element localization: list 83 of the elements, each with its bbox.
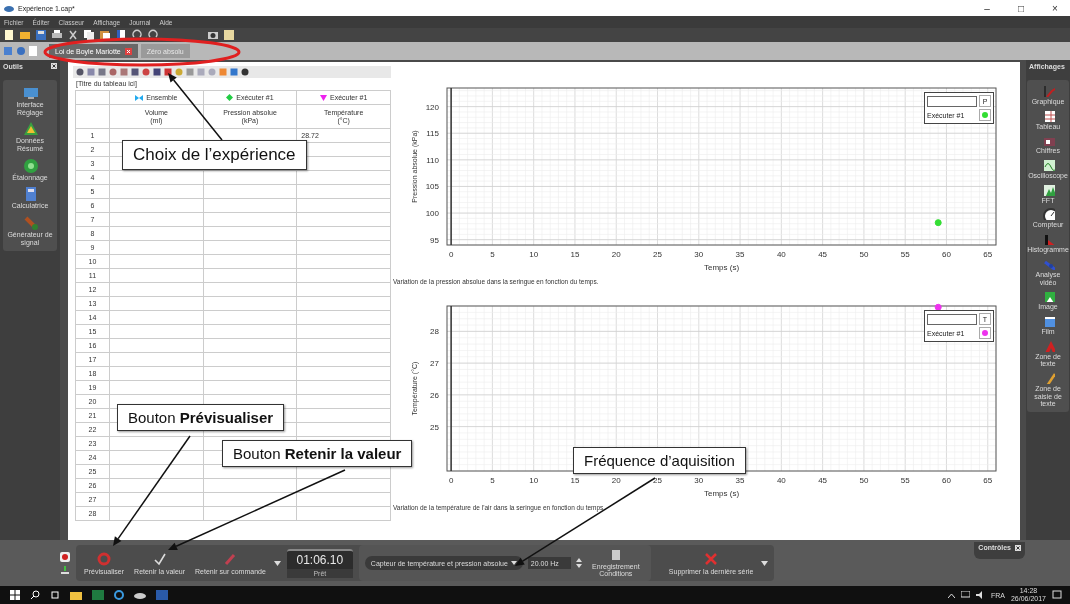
paste-icon[interactable]	[99, 29, 111, 41]
axis-title: Temps (s)	[703, 489, 740, 498]
tick-label: 65	[983, 476, 993, 485]
spinner-icon[interactable]	[575, 557, 582, 569]
windows-icon[interactable]	[10, 590, 20, 600]
tick-label: 25	[653, 250, 662, 259]
download-icon[interactable]	[61, 566, 69, 574]
tick-label: 26	[430, 390, 439, 400]
window-control[interactable]: –	[972, 2, 1002, 14]
tick-label: 5	[490, 250, 495, 259]
tick-label: 55	[900, 476, 910, 485]
tick-label: 27	[430, 359, 439, 369]
window-control[interactable]: □	[1006, 2, 1036, 14]
folder-icon[interactable]	[19, 29, 31, 41]
legend-field[interactable]	[927, 95, 977, 107]
search-icon[interactable]	[30, 590, 40, 600]
caret-icon[interactable]	[273, 560, 281, 566]
gauge-icon	[1041, 207, 1055, 221]
tick-label: 120	[425, 102, 439, 112]
chart-icon	[1041, 84, 1055, 97]
callout: Fréquence d’aquisition	[573, 447, 746, 474]
legend-dot	[982, 330, 988, 336]
tick-label: 45	[818, 476, 828, 485]
tick-label: 10	[529, 250, 539, 259]
tick-label: 95	[430, 235, 439, 245]
tick-label: 40	[776, 250, 786, 259]
spectrum-icon	[1041, 182, 1055, 196]
window-control[interactable]: ×	[1040, 2, 1070, 14]
tick-label: 20	[611, 476, 621, 485]
wave-icon	[1041, 158, 1055, 172]
volume-icon[interactable]	[975, 591, 985, 599]
image-icon[interactable]	[223, 29, 235, 41]
tick-label: 60	[942, 476, 951, 485]
callout: Bouton Prévisualiser	[117, 404, 285, 431]
tick-label: 15	[570, 250, 580, 259]
close-icon[interactable]	[1015, 544, 1021, 551]
tick-label: 40	[776, 476, 786, 485]
tick-label: 100	[425, 209, 439, 219]
delete-icon	[704, 551, 719, 566]
tick-label: 0	[448, 476, 454, 485]
caret-up-icon[interactable]	[947, 592, 955, 598]
tick-label: 28	[430, 327, 439, 337]
tick-label: 5	[490, 476, 495, 485]
tick-label: 105	[425, 182, 439, 192]
tick-label: 60	[942, 250, 951, 259]
axis-title: Temps (s)	[703, 263, 740, 272]
tick-label: 25	[430, 422, 439, 432]
tick-label: 35	[735, 476, 745, 485]
caret-icon[interactable]	[761, 560, 769, 566]
tick-label: 35	[735, 250, 745, 259]
callout: Bouton Retenir la valeur	[222, 440, 413, 467]
task-view-icon[interactable]	[50, 590, 60, 600]
triangle-icon	[22, 120, 38, 137]
tick-label: 115	[426, 129, 439, 139]
save-icon[interactable]	[35, 29, 47, 41]
callout: Choix de l’expérience	[122, 140, 307, 170]
tick-label: 20	[611, 250, 621, 259]
close-icon[interactable]	[51, 63, 57, 69]
tick-label: 50	[859, 476, 869, 485]
tick-label: 45	[818, 250, 828, 259]
tick-label: 55	[900, 250, 910, 259]
tick-label: 15	[570, 476, 580, 485]
cut-icon[interactable]	[67, 29, 79, 41]
copy-icon[interactable]	[83, 29, 95, 41]
pencil-icon	[223, 551, 238, 566]
timer-value: 01:06.10	[296, 551, 344, 569]
record-icon[interactable]	[60, 552, 70, 562]
camera-icon[interactable]	[207, 29, 219, 41]
tick-label: 50	[859, 250, 869, 259]
tick-label: 30	[694, 476, 704, 485]
legend-dot	[982, 112, 988, 118]
print-icon[interactable]	[51, 29, 63, 41]
checkmark-icon	[152, 551, 167, 566]
legend-field[interactable]	[927, 313, 977, 325]
tick-label: 0	[448, 250, 454, 259]
ring-icon	[97, 551, 112, 566]
close-icon[interactable]	[124, 47, 132, 55]
tick-label: 65	[983, 250, 993, 259]
tick-label: 110	[426, 155, 439, 165]
caret-icon	[510, 561, 517, 565]
tick-label: 30	[694, 250, 704, 259]
folder-icon[interactable]	[70, 590, 82, 600]
tick-label: 10	[529, 476, 539, 485]
